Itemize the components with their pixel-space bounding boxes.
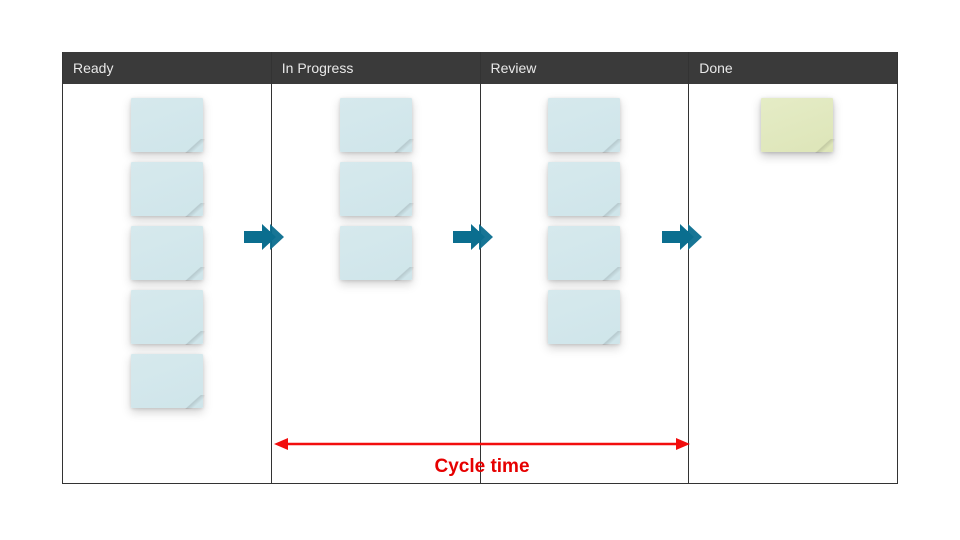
kanban-board: Ready In Progress Review [62,52,898,484]
column-done: Done [688,52,897,484]
cycle-time-arrow-icon [274,436,690,452]
cycle-time-label: Cycle time [274,456,690,478]
column-header: Done [689,52,897,84]
card-stack [548,98,620,344]
column-review: Review [480,52,689,484]
column-header: Review [481,52,689,84]
sticky-note[interactable] [340,226,412,280]
column-title: Ready [73,60,113,76]
sticky-note[interactable] [761,98,833,152]
column-ready: Ready [62,52,271,484]
column-title: Done [699,60,732,76]
column-header: In Progress [272,52,480,84]
sticky-note[interactable] [131,354,203,408]
sticky-note[interactable] [131,162,203,216]
column-title: In Progress [282,60,354,76]
sticky-note[interactable] [340,98,412,152]
sticky-note[interactable] [548,290,620,344]
sticky-note[interactable] [131,98,203,152]
sticky-note[interactable] [548,226,620,280]
sticky-note[interactable] [340,162,412,216]
flow-arrow-icon [451,223,493,251]
column-title: Review [491,60,537,76]
column-in-progress: In Progress [271,52,480,484]
flow-arrow-icon [242,223,284,251]
sticky-note[interactable] [131,226,203,280]
flow-arrow-icon [660,223,702,251]
column-header: Ready [63,52,271,84]
sticky-note[interactable] [131,290,203,344]
sticky-note[interactable] [548,162,620,216]
card-stack [131,98,203,408]
card-stack [340,98,412,280]
card-stack [761,98,833,152]
sticky-note[interactable] [548,98,620,152]
